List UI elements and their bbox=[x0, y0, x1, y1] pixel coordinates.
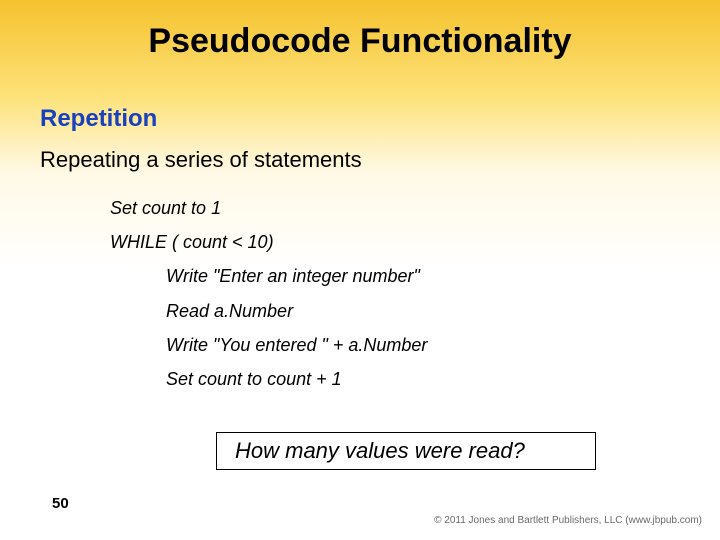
slide-number: 50 bbox=[52, 495, 69, 512]
code-line: Write "Enter an integer number" bbox=[166, 259, 720, 293]
pseudocode-block: Set count to 1 WHILE ( count < 10) Write… bbox=[110, 191, 720, 396]
code-line: Set count to count + 1 bbox=[166, 362, 720, 396]
code-line: Read a.Number bbox=[166, 294, 720, 328]
section-heading: Repetition bbox=[40, 105, 720, 133]
code-line: WHILE ( count < 10) bbox=[110, 225, 720, 259]
code-line: Set count to 1 bbox=[110, 191, 720, 225]
slide-title: Pseudocode Functionality bbox=[0, 0, 720, 61]
code-line: Write "You entered " + a.Number bbox=[166, 328, 720, 362]
question-callout: How many values were read? bbox=[216, 432, 596, 470]
copyright-footer: © 2011 Jones and Bartlett Publishers, LL… bbox=[434, 515, 702, 526]
body-text: Repeating a series of statements bbox=[40, 147, 720, 173]
